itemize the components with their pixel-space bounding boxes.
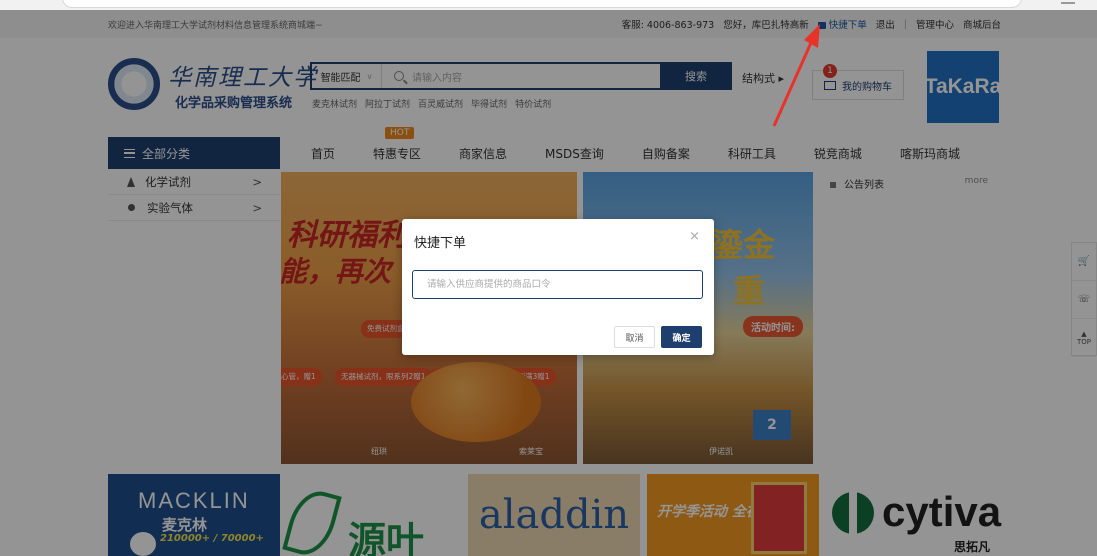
page: 欢迎进入华南理工大学试剂材料信息管理系统商城端~ 客服: 4006-863-97… (0, 0, 1097, 556)
quick-order-dialog: 快捷下单 × 取消 确定 (402, 219, 714, 355)
browser-chrome (0, 0, 1097, 10)
cancel-button[interactable]: 取消 (614, 326, 655, 348)
close-icon[interactable]: × (689, 229, 700, 244)
product-code-input[interactable] (412, 270, 703, 299)
minimize-icon[interactable] (1061, 2, 1075, 4)
red-arrow-annotation (772, 24, 820, 127)
address-bar[interactable] (62, 0, 1022, 8)
dialog-title: 快捷下单 (414, 236, 467, 251)
confirm-button[interactable]: 确定 (661, 326, 702, 348)
